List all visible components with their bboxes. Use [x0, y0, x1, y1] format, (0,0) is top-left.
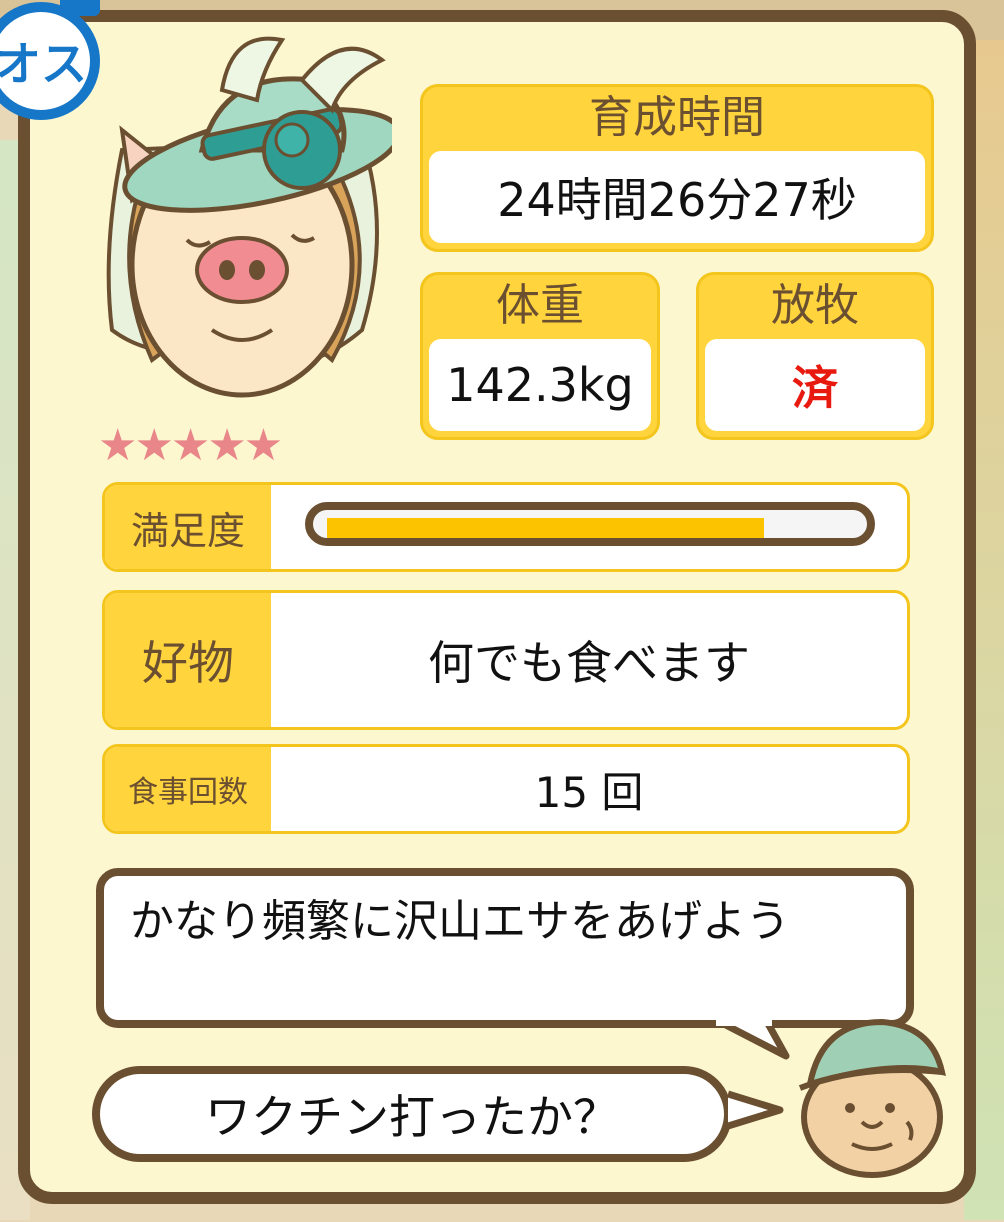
vaccine-question-tail: [728, 1090, 784, 1130]
satisfaction-meter: [305, 502, 875, 546]
favorite-food-value: 何でも食べます: [428, 636, 750, 690]
grazing-label: 放牧: [771, 280, 859, 331]
satisfaction-meter-fill: [327, 518, 764, 538]
raising-time-value: 24時間26分27秒: [429, 151, 925, 243]
rarity-stars: ★★★★★: [98, 420, 283, 471]
weight-value: 142.3kg: [429, 339, 651, 431]
advice-bubble-tail: [716, 1020, 790, 1060]
grazing-value: 済: [705, 339, 925, 431]
pig-portrait-icon: [106, 36, 392, 398]
meal-count-value: 15 回: [534, 767, 644, 817]
vaccine-question-bubble[interactable]: ワクチン打ったか？: [92, 1066, 732, 1162]
weight-box: 体重 142.3kg: [420, 272, 660, 440]
weight-label: 体重: [496, 280, 584, 331]
satisfaction-label: 満足度: [105, 485, 271, 569]
favorite-food-label: 好物: [105, 593, 271, 727]
advice-bubble: かなり頻繁に沢山エサをあげよう: [96, 868, 914, 1028]
satisfaction-row: 満足度: [102, 482, 910, 572]
raising-time-box: 育成時間 24時間26分27秒: [420, 84, 934, 252]
farmer-icon: [798, 1018, 946, 1178]
meal-count-row: 食事回数 15 回: [102, 744, 910, 834]
favorite-food-row: 好物 何でも食べます: [102, 590, 910, 730]
grazing-box: 放牧 済: [696, 272, 934, 440]
raising-time-label: 育成時間: [589, 92, 765, 143]
meal-count-label: 食事回数: [105, 747, 271, 831]
